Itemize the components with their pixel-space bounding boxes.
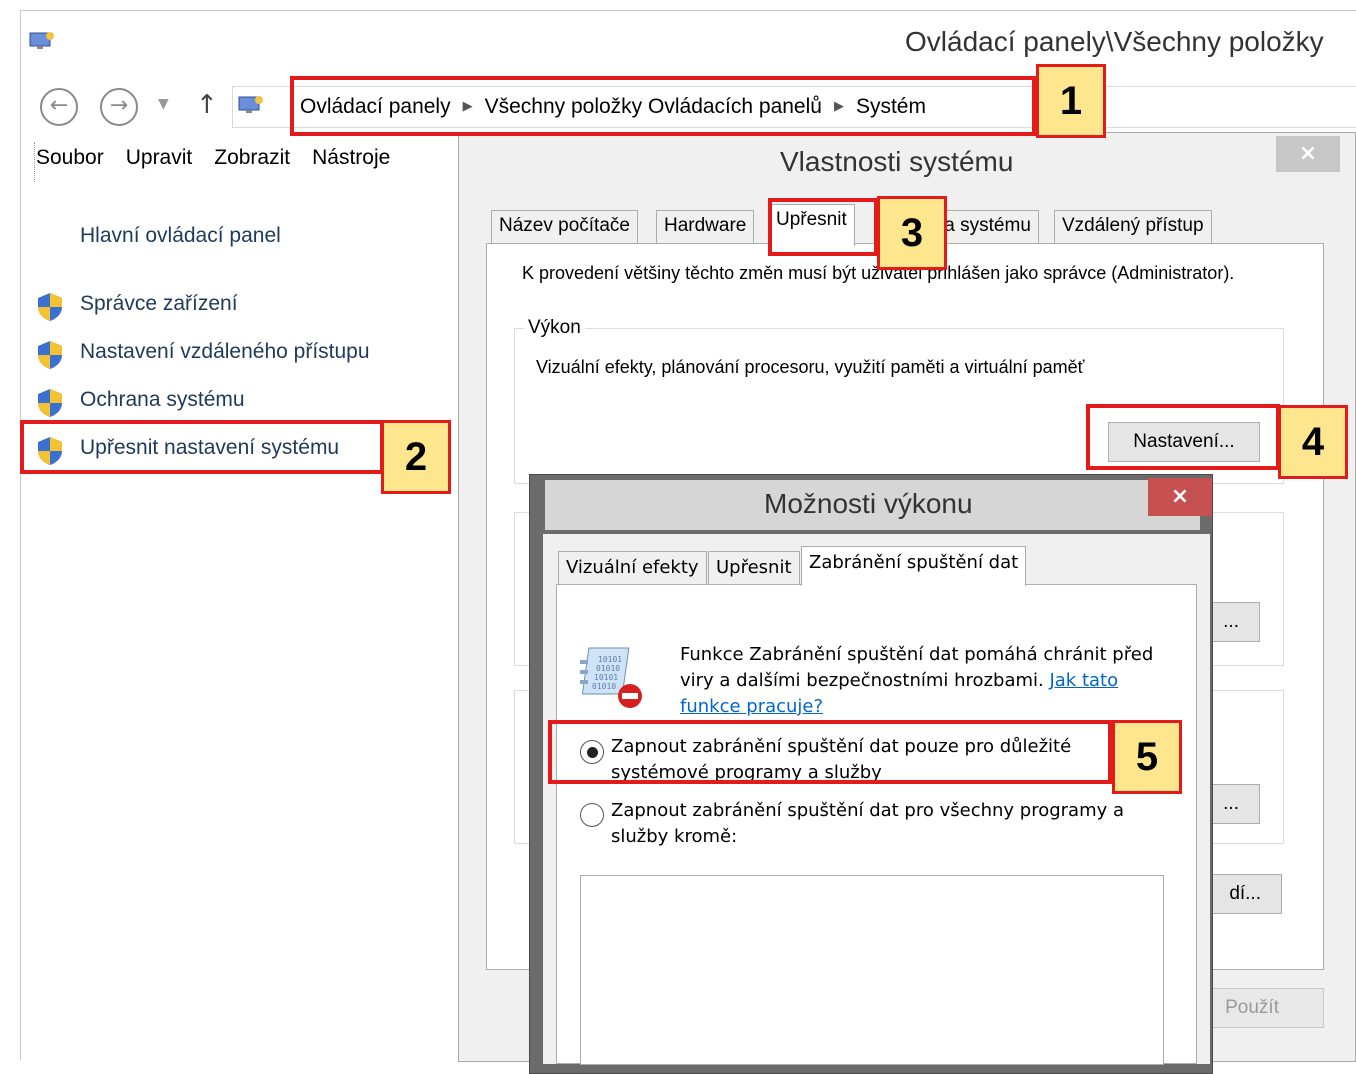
close-icon[interactable]: × bbox=[1148, 478, 1212, 516]
tab-dep[interactable]: Zabránění spuštění dat bbox=[801, 546, 1027, 586]
tab-hardware[interactable]: Hardware bbox=[656, 210, 755, 244]
menu-edit[interactable]: Upravit bbox=[126, 146, 193, 169]
back-arrow-icon[interactable]: ← bbox=[40, 88, 78, 126]
badge-3: 3 bbox=[877, 196, 947, 270]
badge-2: 2 bbox=[381, 420, 451, 494]
menu-view[interactable]: Zobrazit bbox=[214, 146, 290, 169]
dep-description: Funkce Zabránění spuštění dat pomáhá chr… bbox=[680, 642, 1170, 720]
data-execution-prevention-icon: 10101 01010 10101 01010 bbox=[580, 647, 642, 708]
menu-file[interactable]: Soubor bbox=[36, 146, 104, 169]
svg-text:01010: 01010 bbox=[596, 664, 620, 673]
chevron-down-icon[interactable]: ▼ bbox=[158, 96, 169, 112]
badge-1: 1 bbox=[1036, 64, 1106, 138]
sidebar-item-device-manager[interactable]: Správce zařízení bbox=[36, 290, 436, 324]
radio-all-programs[interactable] bbox=[580, 803, 604, 827]
sidebar-item-label: Nastavení vzdáleného přístupu bbox=[80, 340, 370, 363]
shield-icon bbox=[38, 389, 62, 417]
badge-4: 4 bbox=[1278, 405, 1348, 479]
dialog-title: Vlastnosti systému bbox=[780, 146, 1014, 177]
window-title: Ovládací panely\Všechny položky bbox=[905, 26, 1324, 57]
tab-visual-effects[interactable]: Vizuální efekty bbox=[558, 551, 707, 585]
badge-5: 5 bbox=[1112, 720, 1182, 794]
svg-text:01010: 01010 bbox=[592, 682, 616, 691]
control-panel-icon bbox=[29, 32, 54, 49]
svg-text:10101: 10101 bbox=[594, 673, 618, 682]
forward-arrow-icon[interactable]: → bbox=[100, 88, 138, 126]
performance-group-label: Výkon bbox=[524, 317, 585, 339]
highlight-advanced-settings bbox=[20, 420, 384, 474]
dialog-title: Možnosti výkonu bbox=[764, 488, 973, 519]
control-panel-icon bbox=[238, 96, 263, 113]
highlight-advanced-tab bbox=[768, 198, 878, 256]
highlight-dep-option bbox=[548, 720, 1112, 784]
tab-computer-name[interactable]: Název počítače bbox=[491, 210, 638, 244]
highlight-breadcrumb bbox=[290, 76, 1036, 136]
close-icon[interactable]: × bbox=[1276, 136, 1340, 172]
sidebar-item-label: Správce zařízení bbox=[80, 292, 238, 315]
shield-icon bbox=[38, 293, 62, 321]
tab-remote[interactable]: Vzdálený přístup bbox=[1054, 210, 1212, 244]
menu-tools[interactable]: Nástroje bbox=[312, 146, 390, 169]
up-arrow-icon[interactable]: ↑ bbox=[196, 90, 218, 120]
tab-advanced[interactable]: Upřesnit bbox=[708, 551, 800, 585]
svg-text:10101: 10101 bbox=[598, 655, 622, 664]
highlight-settings-button bbox=[1086, 404, 1280, 470]
radio-all-label[interactable]: Zapnout zabránění spuštění dat pro všech… bbox=[611, 798, 1141, 850]
sidebar-item-remote-settings[interactable]: Nastavení vzdáleného přístupu bbox=[36, 338, 436, 372]
exceptions-list[interactable] bbox=[580, 875, 1164, 1065]
menu-bar: Soubor Upravit Zobrazit Nástroje bbox=[36, 146, 412, 170]
home-link[interactable]: Hlavní ovládací panel bbox=[80, 224, 281, 248]
sidebar-item-system-protection[interactable]: Ochrana systému bbox=[36, 386, 436, 420]
performance-description: Vizuální efekty, plánování procesoru, vy… bbox=[536, 357, 1085, 377]
shield-icon bbox=[38, 341, 62, 369]
sidebar-item-label: Ochrana systému bbox=[80, 388, 245, 411]
